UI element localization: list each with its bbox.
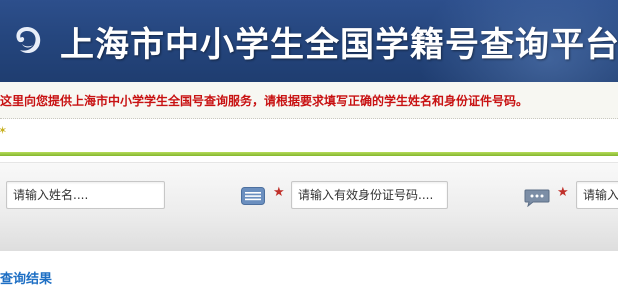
verification-input[interactable]	[576, 181, 618, 209]
query-form: ★ ★	[0, 162, 618, 251]
id-card-icon	[241, 187, 265, 205]
page-title: 上海市中小学生全国学籍号查询平台	[60, 25, 618, 65]
required-star-icon: ★	[273, 185, 285, 200]
divider	[0, 152, 618, 156]
side-star-icon: ✶	[0, 124, 8, 137]
id-number-input[interactable]	[291, 181, 448, 209]
notice-text: 这里向您提供上海市中小学学生全国号查询服务，请根据要求填写正确的学生姓名和身份证…	[0, 94, 529, 108]
name-input[interactable]	[6, 181, 165, 209]
header-banner: 上海市中小学生全国学籍号查询平台	[0, 0, 618, 82]
required-star-icon: ★	[557, 185, 569, 200]
shanghai-emblem-icon	[16, 27, 41, 54]
results-heading[interactable]: 查询结果	[0, 268, 52, 287]
chat-bubble-icon	[524, 189, 550, 207]
notice-bar: 这里向您提供上海市中小学学生全国号查询服务，请根据要求填写正确的学生姓名和身份证…	[0, 82, 618, 119]
